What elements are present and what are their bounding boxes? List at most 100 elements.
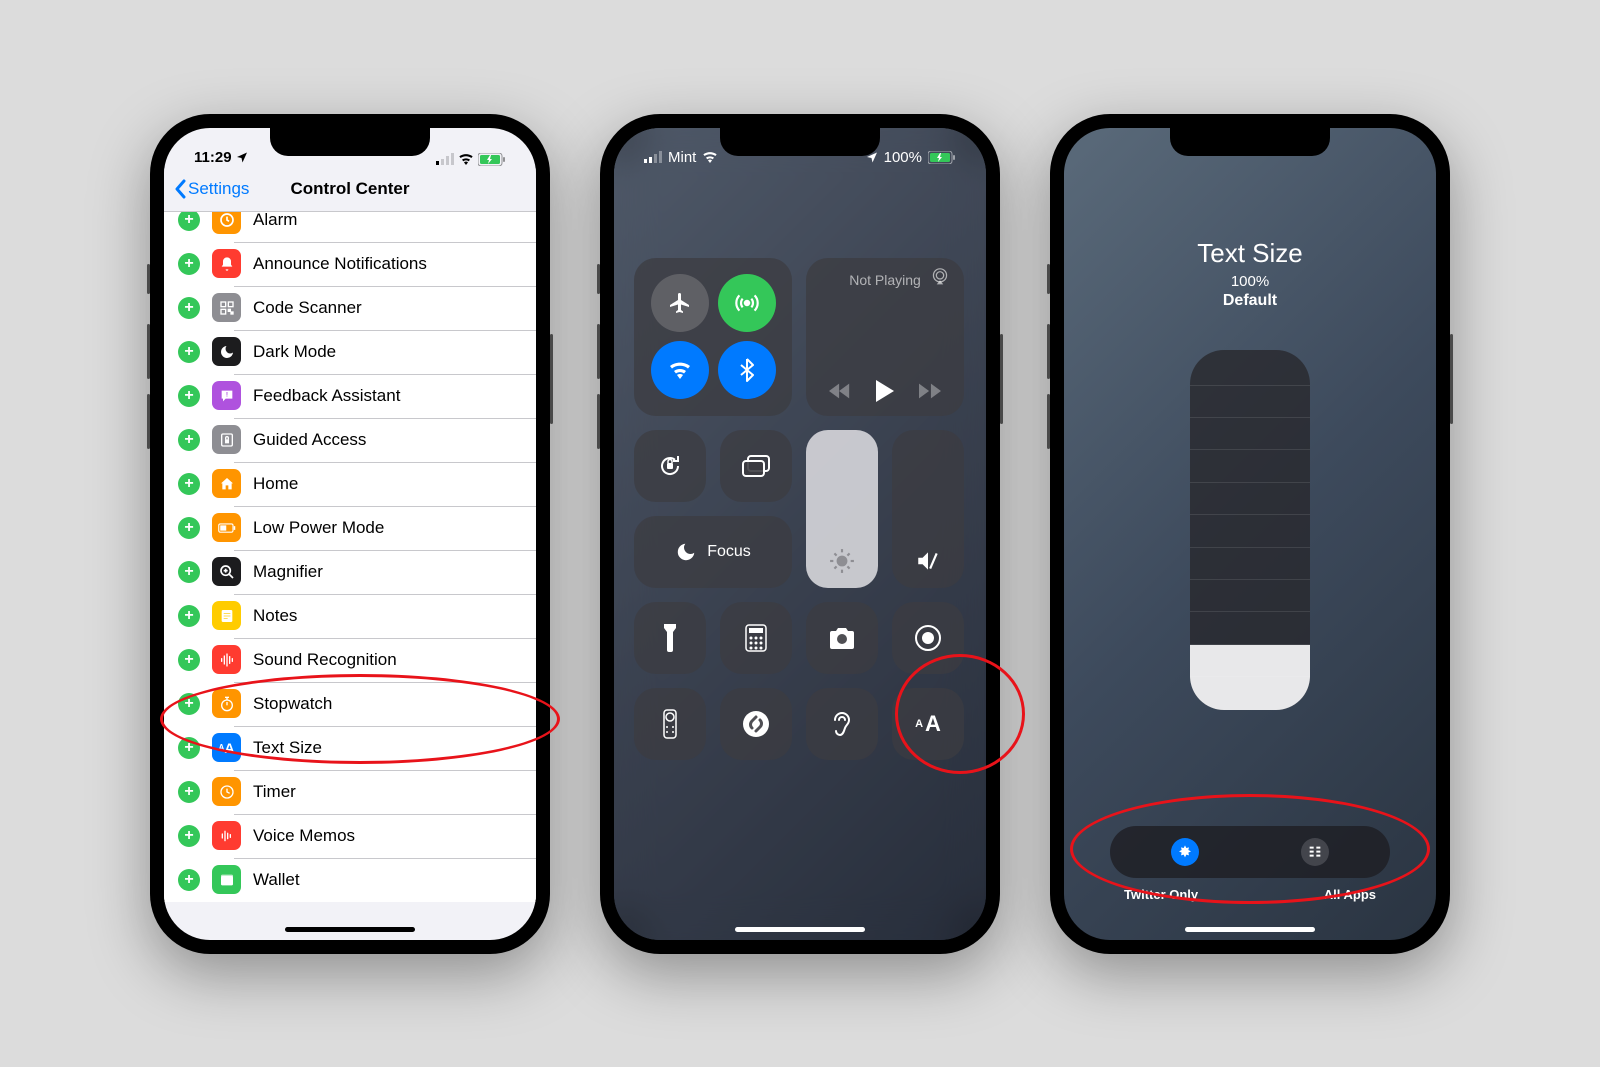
add-button[interactable]: +: [178, 253, 200, 275]
list-item[interactable]: + Low Power Mode: [164, 506, 536, 550]
wallet-icon: [212, 865, 241, 894]
home-indicator[interactable]: [285, 927, 415, 932]
home-icon: [212, 469, 241, 498]
list-item[interactable]: +AAText Size: [164, 726, 536, 770]
text-size-slider[interactable]: [1190, 350, 1310, 710]
flashlight-button[interactable]: [634, 602, 706, 674]
battery-icon: [212, 513, 241, 542]
play-icon[interactable]: [875, 380, 895, 402]
focus-button[interactable]: Focus: [634, 516, 792, 588]
add-button[interactable]: +: [178, 517, 200, 539]
phone-text-size: Text Size 100% Default: [1050, 114, 1450, 954]
magnify-icon: [212, 557, 241, 586]
add-button[interactable]: +: [178, 605, 200, 627]
list-item[interactable]: + Alarm: [164, 212, 536, 242]
nav-title: Control Center: [291, 179, 410, 199]
add-button[interactable]: +: [178, 473, 200, 495]
list-item[interactable]: +Guided Access: [164, 418, 536, 462]
list-item[interactable]: +Code Scanner: [164, 286, 536, 330]
nav-bar: Settings Control Center: [164, 168, 536, 212]
list-item[interactable]: + Magnifier: [164, 550, 536, 594]
timer-icon: [212, 777, 241, 806]
phone-control-center: Mint 100%: [600, 114, 1000, 954]
media-tile[interactable]: Not Playing: [806, 258, 964, 416]
bell-icon: [212, 249, 241, 278]
add-button[interactable]: +: [178, 561, 200, 583]
volume-slider[interactable]: [892, 430, 964, 588]
add-button[interactable]: +: [178, 212, 200, 231]
list-item[interactable]: +Wallet: [164, 858, 536, 902]
home-indicator[interactable]: [1185, 927, 1315, 932]
add-button[interactable]: +: [178, 385, 200, 407]
wifi-button[interactable]: [651, 341, 709, 399]
list-item[interactable]: +Home: [164, 462, 536, 506]
wifi-icon: [702, 151, 718, 163]
add-button[interactable]: +: [178, 825, 200, 847]
list-item[interactable]: + Voice Memos: [164, 814, 536, 858]
next-icon[interactable]: [919, 383, 941, 399]
moon-icon: [212, 337, 241, 366]
qr-icon: [212, 293, 241, 322]
back-button[interactable]: Settings: [174, 179, 249, 199]
add-button[interactable]: +: [178, 429, 200, 451]
list-item[interactable]: + Timer: [164, 770, 536, 814]
cellular-button[interactable]: [718, 274, 776, 332]
row-label: Text Size: [253, 738, 322, 758]
orientation-lock-button[interactable]: [634, 430, 706, 502]
lock-icon: [212, 425, 241, 454]
row-label: Low Power Mode: [253, 518, 384, 538]
connectivity-tile: [634, 258, 792, 416]
prev-icon[interactable]: [829, 383, 851, 399]
hearing-button[interactable]: [806, 688, 878, 760]
airplay-icon[interactable]: [930, 268, 950, 286]
row-label: Dark Mode: [253, 342, 336, 362]
add-button[interactable]: +: [178, 781, 200, 803]
phone-settings: 11:29 Settings Control Center +Alarm+Ann…: [150, 114, 550, 954]
apple-tv-remote-button[interactable]: [634, 688, 706, 760]
row-label: Feedback Assistant: [253, 386, 400, 406]
focus-label: Focus: [707, 543, 751, 561]
scope-selector[interactable]: [1110, 826, 1390, 878]
row-label: Voice Memos: [253, 826, 355, 846]
row-label: Alarm: [253, 212, 297, 230]
sound-icon: [212, 645, 241, 674]
add-button[interactable]: +: [178, 649, 200, 671]
add-button[interactable]: +: [178, 341, 200, 363]
scope-right-label: All Apps: [1324, 887, 1376, 902]
add-button[interactable]: +: [178, 297, 200, 319]
bluetooth-button[interactable]: [718, 341, 776, 399]
scope-all-apps[interactable]: [1301, 838, 1329, 866]
home-indicator[interactable]: [735, 927, 865, 932]
row-label: Magnifier: [253, 562, 323, 582]
screen-record-button[interactable]: [892, 602, 964, 674]
list-item[interactable]: +! Feedback Assistant: [164, 374, 536, 418]
list-item[interactable]: + Announce Notifications: [164, 242, 536, 286]
row-label: Stopwatch: [253, 694, 332, 714]
chevron-left-icon: [174, 179, 186, 199]
add-button[interactable]: +: [178, 737, 200, 759]
screen-mirroring-button[interactable]: [720, 430, 792, 502]
add-button[interactable]: +: [178, 869, 200, 891]
battery-icon: [928, 151, 956, 164]
row-label: Timer: [253, 782, 296, 802]
camera-button[interactable]: [806, 602, 878, 674]
calculator-button[interactable]: [720, 602, 792, 674]
list-item[interactable]: + Dark Mode: [164, 330, 536, 374]
stopwatch-icon: [212, 689, 241, 718]
row-label: Announce Notifications: [253, 254, 427, 274]
list-item[interactable]: + Notes: [164, 594, 536, 638]
list-item[interactable]: +Sound Recognition: [164, 638, 536, 682]
text-size-percent: 100%: [1197, 273, 1303, 290]
brightness-slider[interactable]: [806, 430, 878, 588]
scope-twitter-only[interactable]: [1171, 838, 1199, 866]
list-item[interactable]: + Stopwatch: [164, 682, 536, 726]
text-size-subtitle: Default: [1197, 292, 1303, 310]
svg-text:!: !: [225, 391, 227, 398]
text-size-title: Text Size: [1197, 238, 1303, 269]
text-size-button[interactable]: AA: [892, 688, 964, 760]
clock-icon: [212, 212, 241, 235]
row-label: Notes: [253, 606, 297, 626]
airplane-button[interactable]: [651, 274, 709, 332]
shazam-button[interactable]: [720, 688, 792, 760]
add-button[interactable]: +: [178, 693, 200, 715]
